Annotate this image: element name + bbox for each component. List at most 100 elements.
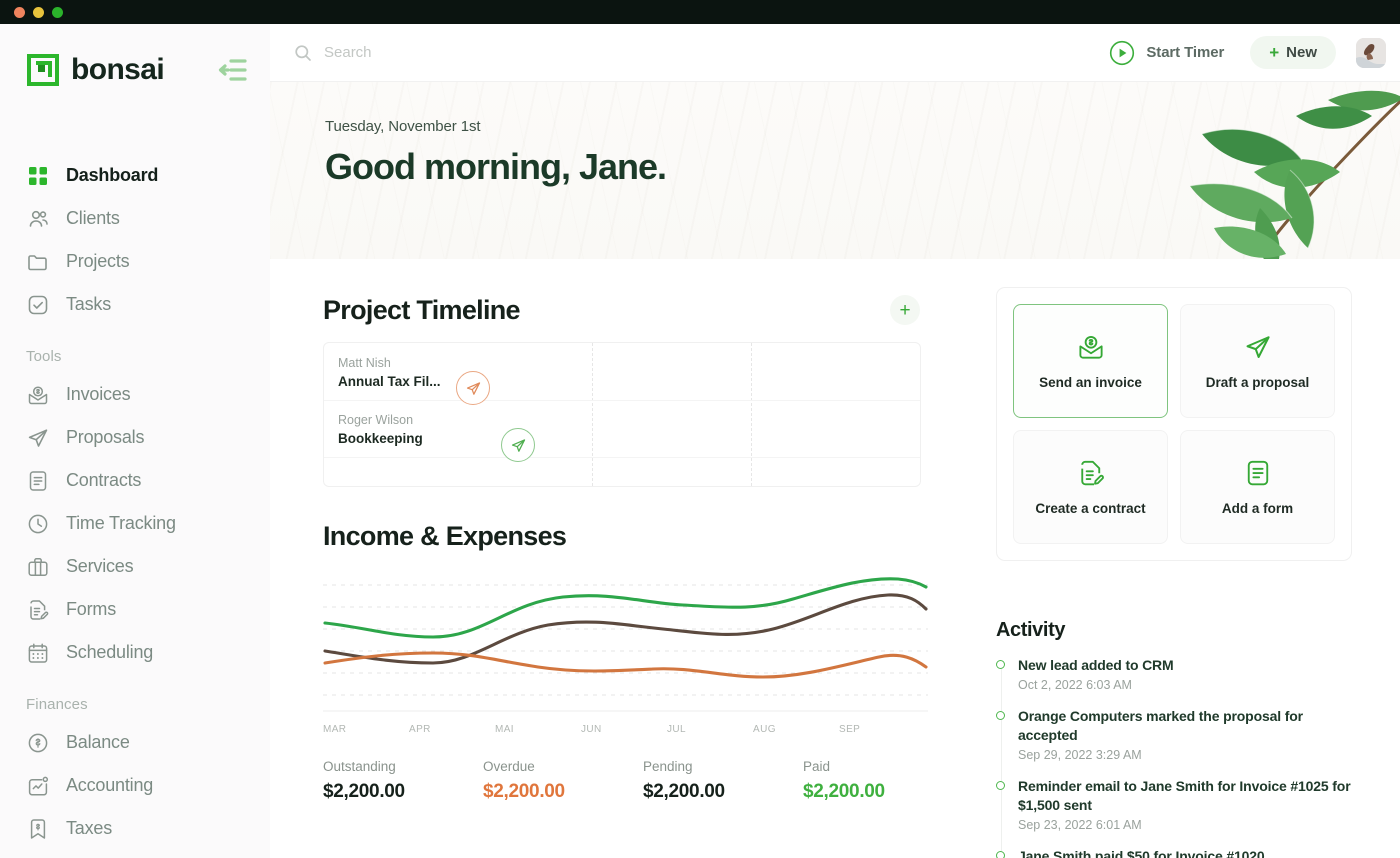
- list-item[interactable]: Reminder email to Jane Smith for Invoice…: [996, 777, 1352, 832]
- sidebar-item-label: Clients: [66, 208, 120, 228]
- sidebar-finances-nav: Balance Accounting Taxes: [0, 721, 270, 850]
- timeline-send-badge[interactable]: [501, 428, 535, 462]
- start-timer-button[interactable]: Start Timer: [1109, 40, 1224, 66]
- activity-timeline-line: [1000, 665, 1002, 858]
- timeline-column-divider: [751, 343, 752, 486]
- summary-label: Paid: [803, 759, 831, 774]
- sidebar-item-label: Time Tracking: [66, 513, 176, 533]
- sidebar-item-label: Forms: [66, 599, 116, 619]
- income-title: Income & Expenses: [323, 520, 567, 551]
- sidebar-item-projects[interactable]: Projects: [26, 240, 270, 283]
- project-timeline-card: Matt Nish Annual Tax Fil... Roger Wilson: [323, 342, 921, 487]
- activity-panel: Activity New lead added to CRM Oct 2, 20…: [996, 619, 1352, 858]
- sidebar-section-tools: Tools: [26, 348, 62, 365]
- page-title: Project Timeline: [323, 294, 521, 325]
- x-tick-label: MAR: [323, 724, 347, 735]
- sidebar-section-finances: Finances: [26, 696, 88, 713]
- right-column: Send an invoice Draft a proposal Create …: [970, 287, 1400, 858]
- activity-text: Orange Computers marked the proposal for…: [1018, 708, 1303, 743]
- check-square-icon: [28, 295, 48, 314]
- activity-title: Activity: [996, 619, 1066, 641]
- new-button[interactable]: + New: [1250, 36, 1336, 69]
- sidebar-item-invoices[interactable]: Invoices: [26, 373, 270, 416]
- sidebar-item-label: Taxes: [66, 818, 113, 838]
- activity-text: Jane Smith paid $50 for Invoice #1020: [1018, 848, 1265, 858]
- list-item[interactable]: Orange Computers marked the proposal for…: [996, 707, 1352, 762]
- grid-icon: [29, 166, 47, 185]
- paper-plane-icon: [1246, 336, 1270, 358]
- dollar-circle-icon: [28, 733, 48, 752]
- activity-bullet-icon: [996, 711, 1005, 721]
- briefcase-icon: [28, 557, 48, 576]
- brand-name: bonsai: [71, 53, 165, 86]
- form-lines-icon: [1247, 460, 1268, 486]
- form-pencil-icon: [30, 599, 49, 620]
- quick-action-create-contract[interactable]: Create a contract: [1013, 430, 1168, 544]
- list-item[interactable]: New lead added to CRM Oct 2, 2022 6:03 A…: [996, 656, 1352, 692]
- summary-value: $2,200.00: [483, 781, 565, 802]
- sidebar-item-proposals[interactable]: Proposals: [26, 416, 270, 459]
- x-tick-label: MAI: [495, 724, 514, 735]
- chart-gridlines: [323, 584, 928, 696]
- quick-action-draft-proposal[interactable]: Draft a proposal: [1180, 304, 1335, 418]
- summary-value: $2,200.00: [323, 781, 405, 802]
- activity-text: Reminder email to Jane Smith for Invoice…: [1018, 778, 1351, 813]
- x-tick-label: AUG: [753, 724, 776, 735]
- income-summary: Outstanding $2,200.00 Overdue $2,200.00 …: [323, 759, 970, 803]
- collapse-sidebar-icon[interactable]: [218, 57, 248, 83]
- summary-value: $2,200.00: [643, 781, 725, 802]
- clock-icon: [28, 514, 48, 533]
- sidebar-item-services[interactable]: Services: [26, 545, 270, 588]
- quick-action-add-form[interactable]: Add a form: [1180, 430, 1335, 544]
- income-expenses-chart: MAR APR MAI JUN JUL AUG SEP: [323, 575, 928, 735]
- sidebar-item-label: Projects: [66, 251, 130, 271]
- chart-canvas: [323, 577, 928, 712]
- timeline-send-badge[interactable]: [456, 371, 490, 405]
- summary-paid: Paid $2,200.00: [803, 759, 963, 803]
- sidebar-item-accounting[interactable]: Accounting: [26, 764, 270, 807]
- timeline-row-divider: [324, 457, 920, 458]
- close-window-button[interactable]: [14, 6, 25, 18]
- search-input[interactable]: [324, 44, 624, 61]
- paper-plane-icon: [511, 438, 525, 452]
- sidebar-item-forms[interactable]: Forms: [26, 588, 270, 631]
- paper-plane-icon: [466, 381, 480, 395]
- search-icon: [295, 44, 311, 61]
- top-bar: Start Timer + New: [270, 24, 1400, 82]
- quick-action-send-invoice[interactable]: Send an invoice: [1013, 304, 1168, 418]
- maximize-window-button[interactable]: [52, 6, 63, 18]
- sidebar-item-dashboard[interactable]: Dashboard: [26, 154, 270, 197]
- list-item[interactable]: Jane Smith paid $50 for Invoice #1020 Au…: [996, 847, 1352, 858]
- play-circle-icon: [1110, 40, 1135, 65]
- sidebar-item-label: Services: [66, 556, 134, 576]
- user-avatar-image: [1356, 37, 1386, 68]
- x-tick-label: JUL: [667, 724, 686, 735]
- quick-action-label: Create a contract: [1035, 501, 1146, 516]
- add-project-button[interactable]: +: [890, 295, 920, 325]
- timeline-row-divider: [324, 400, 920, 401]
- summary-value: $2,200.00: [803, 781, 885, 802]
- sidebar-item-time-tracking[interactable]: Time Tracking: [26, 502, 270, 545]
- activity-list: New lead added to CRM Oct 2, 2022 6:03 A…: [996, 656, 1352, 858]
- sidebar-item-label: Dashboard: [66, 165, 159, 185]
- sidebar-item-taxes[interactable]: Taxes: [26, 807, 270, 850]
- invoice-envelope-icon: [1078, 335, 1103, 359]
- sidebar-item-balance[interactable]: Balance: [26, 721, 270, 764]
- sidebar-item-clients[interactable]: Clients: [26, 197, 270, 240]
- plus-icon: +: [1269, 43, 1280, 62]
- sidebar-item-label: Balance: [66, 732, 130, 752]
- start-timer-label: Start Timer: [1146, 44, 1225, 61]
- contract-pencil-icon: [1080, 460, 1104, 486]
- sidebar-item-tasks[interactable]: Tasks: [26, 283, 270, 326]
- activity-text: New lead added to CRM: [1018, 657, 1174, 673]
- sidebar-item-scheduling[interactable]: Scheduling: [26, 631, 270, 674]
- tax-bookmark-icon: [30, 818, 46, 839]
- activity-bullet-icon: [996, 851, 1005, 858]
- avatar[interactable]: [1356, 37, 1386, 68]
- quick-action-label: Draft a proposal: [1205, 375, 1310, 390]
- sidebar-item-contracts[interactable]: Contracts: [26, 459, 270, 502]
- table-row[interactable]: Roger Wilson Bookkeeping: [324, 413, 594, 446]
- summary-outstanding: Outstanding $2,200.00: [323, 759, 483, 803]
- income-header: Income & Expenses: [323, 513, 970, 559]
- minimize-window-button[interactable]: [33, 6, 44, 18]
